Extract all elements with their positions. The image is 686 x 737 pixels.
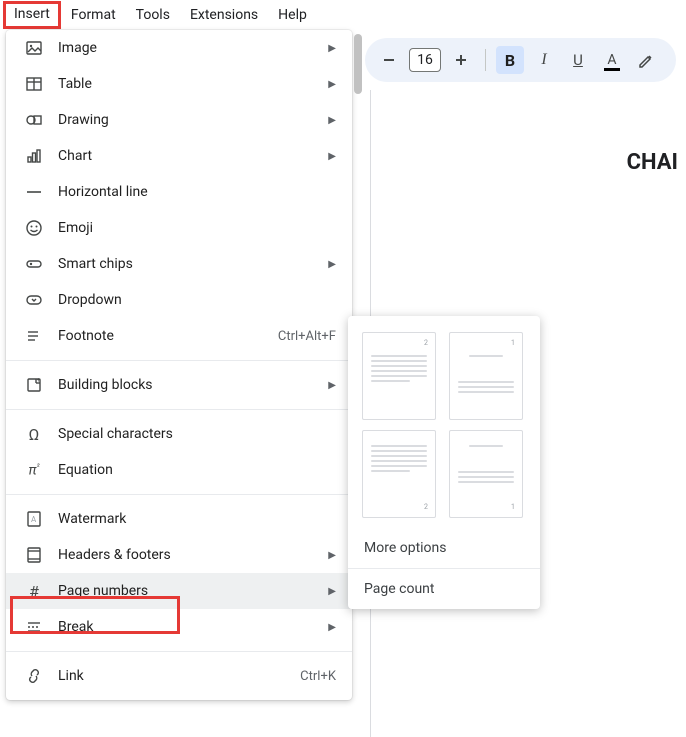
- submenu-page-count[interactable]: Page count: [348, 569, 540, 609]
- menu-format[interactable]: Format: [61, 3, 126, 27]
- building-blocks-icon: +: [24, 375, 44, 395]
- menu-item-label: Special characters: [58, 426, 336, 442]
- menu-separator: [6, 360, 352, 361]
- chevron-right-icon: ▶: [328, 380, 336, 391]
- toolbar: 16 B I U A: [365, 38, 676, 82]
- horizontal-line-icon: [24, 182, 44, 202]
- menu-item-chart[interactable]: Chart ▶: [6, 138, 352, 174]
- equation-icon: π²: [24, 460, 44, 480]
- document-title-fragment: CHAI: [371, 150, 686, 175]
- toolbar-divider: [485, 49, 486, 71]
- thumb-number: 1: [510, 503, 516, 511]
- menu-item-label: Smart chips: [58, 256, 320, 272]
- menu-item-label: Chart: [58, 148, 320, 164]
- menu-item-label: Break: [58, 619, 320, 635]
- page-number-option-header-right[interactable]: 2: [362, 332, 436, 420]
- break-icon: [24, 617, 44, 637]
- menu-item-shortcut: Ctrl+Alt+F: [278, 329, 336, 344]
- link-icon: [24, 666, 44, 686]
- menu-item-watermark[interactable]: A Watermark: [6, 501, 352, 537]
- menu-item-label: Table: [58, 76, 320, 92]
- decrease-font-button[interactable]: [375, 46, 403, 74]
- menu-insert[interactable]: Insert: [3, 1, 61, 29]
- menu-item-image[interactable]: Image ▶: [6, 30, 352, 66]
- menu-item-equation[interactable]: π² Equation: [6, 452, 352, 488]
- menu-item-footnote[interactable]: Footnote Ctrl+Alt+F: [6, 318, 352, 354]
- menu-item-break[interactable]: Break ▶: [6, 609, 352, 645]
- menu-item-label: Link: [58, 668, 300, 684]
- watermark-icon: A: [24, 509, 44, 529]
- smart-chips-icon: [24, 254, 44, 274]
- menu-item-label: Dropdown: [58, 292, 336, 308]
- page-numbers-submenu: 2 1 2 1 More o: [348, 316, 540, 609]
- menu-item-shortcut: Ctrl+K: [300, 669, 336, 684]
- table-icon: [24, 74, 44, 94]
- chevron-right-icon: ▶: [328, 79, 336, 90]
- menu-item-emoji[interactable]: Emoji: [6, 210, 352, 246]
- menu-item-headers-footers[interactable]: Headers & footers ▶: [6, 537, 352, 573]
- menu-item-table[interactable]: Table ▶: [6, 66, 352, 102]
- page-number-option-footer-right[interactable]: 2: [362, 430, 436, 518]
- footnote-icon: [24, 326, 44, 346]
- menu-item-label: Page numbers: [58, 583, 320, 599]
- menu-item-label: Drawing: [58, 112, 320, 128]
- menu-item-smart-chips[interactable]: Smart chips ▶: [6, 246, 352, 282]
- page-number-position-grid: 2 1 2 1: [348, 326, 540, 528]
- menu-item-label: Headers & footers: [58, 547, 320, 563]
- menu-item-dropdown[interactable]: Dropdown: [6, 282, 352, 318]
- menu-separator: [6, 494, 352, 495]
- chevron-right-icon: ▶: [328, 586, 336, 597]
- menu-separator: [6, 409, 352, 410]
- drawing-icon: [24, 110, 44, 130]
- text-color-button[interactable]: A: [598, 46, 626, 74]
- dropdown-scrollbar[interactable]: [354, 34, 362, 94]
- chart-icon: [24, 146, 44, 166]
- thumb-number: 2: [423, 503, 429, 511]
- menu-item-drawing[interactable]: Drawing ▶: [6, 102, 352, 138]
- thumb-number: 1: [510, 339, 516, 347]
- increase-font-button[interactable]: [447, 46, 475, 74]
- chevron-right-icon: ▶: [328, 151, 336, 162]
- menu-item-label: Image: [58, 40, 320, 56]
- image-icon: [24, 38, 44, 58]
- svg-text:+: +: [37, 377, 41, 384]
- bold-button[interactable]: B: [496, 46, 524, 74]
- menu-item-special-characters[interactable]: Ω Special characters: [6, 416, 352, 452]
- menu-item-label: Watermark: [58, 511, 336, 527]
- page-numbers-icon: #: [24, 581, 44, 601]
- chevron-right-icon: ▶: [328, 550, 336, 561]
- menu-item-label: Building blocks: [58, 377, 320, 393]
- menu-item-link[interactable]: Link Ctrl+K: [6, 658, 352, 694]
- menu-help[interactable]: Help: [268, 3, 317, 27]
- page-number-option-header-right-skip-first[interactable]: 1: [449, 332, 523, 420]
- chevron-right-icon: ▶: [328, 259, 336, 270]
- headers-footers-icon: [24, 545, 44, 565]
- menu-item-horizontal-line[interactable]: Horizontal line: [6, 174, 352, 210]
- menu-item-label: Footnote: [58, 328, 278, 344]
- menu-tools[interactable]: Tools: [126, 3, 180, 27]
- page-number-option-footer-right-skip-first[interactable]: 1: [449, 430, 523, 518]
- highlight-color-button[interactable]: [632, 46, 660, 74]
- menu-item-label: Horizontal line: [58, 184, 336, 200]
- underline-button[interactable]: U: [564, 46, 592, 74]
- chevron-right-icon: ▶: [328, 622, 336, 633]
- emoji-icon: [24, 218, 44, 238]
- chevron-right-icon: ▶: [328, 43, 336, 54]
- chevron-right-icon: ▶: [328, 115, 336, 126]
- menu-item-label: Emoji: [58, 220, 336, 236]
- svg-text:A: A: [31, 515, 37, 524]
- menubar: Insert Format Tools Extensions Help: [0, 0, 686, 30]
- menu-separator: [6, 651, 352, 652]
- menu-item-building-blocks[interactable]: + Building blocks ▶: [6, 367, 352, 403]
- font-size-input[interactable]: 16: [409, 48, 441, 72]
- dropdown-icon: [24, 290, 44, 310]
- thumb-number: 2: [423, 339, 429, 347]
- menu-extensions[interactable]: Extensions: [180, 3, 268, 27]
- italic-button[interactable]: I: [530, 46, 558, 74]
- menu-item-page-numbers[interactable]: # Page numbers ▶: [6, 573, 352, 609]
- special-characters-icon: Ω: [24, 424, 44, 444]
- menu-item-label: Equation: [58, 462, 336, 478]
- insert-menu-dropdown: Image ▶ Table ▶ Drawing ▶ Chart ▶ Horizo…: [6, 30, 352, 700]
- submenu-more-options[interactable]: More options: [348, 528, 540, 568]
